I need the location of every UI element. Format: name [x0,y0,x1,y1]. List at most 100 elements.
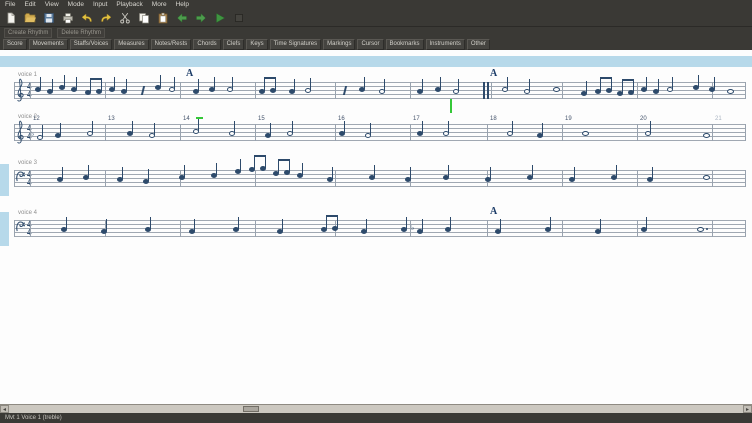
barline [14,82,15,99]
barline [30,220,31,237]
menu-edit[interactable]: Edit [24,0,35,10]
new-score-button[interactable] [3,11,19,25]
play-icon [214,12,226,24]
barline [745,124,746,141]
action-other[interactable]: Other [467,39,490,50]
note-stem [76,77,77,89]
barline [105,124,106,141]
menu-view[interactable]: View [45,0,59,10]
measure-number: 15 [258,116,265,122]
note-stem [600,219,601,231]
note-beam [278,159,290,161]
menu-input[interactable]: Input [93,0,107,10]
note[interactable] [703,175,710,180]
action-cursor[interactable]: Cursor [357,39,383,50]
barline [180,82,181,99]
menu-playback[interactable]: Playback [116,0,142,10]
note-stem [450,217,451,229]
note-stem [62,167,63,179]
staff-system-3[interactable]: voice 344 [0,170,752,187]
note-stem [448,121,449,133]
action-instruments[interactable]: Instruments [426,39,465,50]
note-stem [160,75,161,87]
jump-forward-button[interactable] [193,11,209,25]
cut-button[interactable] [117,11,133,25]
menu-file[interactable]: File [5,0,15,10]
note-stem [101,79,102,91]
note-stem [650,121,651,133]
staff-system-2[interactable]: voice 24412131415161718192021♭ [0,124,752,141]
barline [637,170,638,187]
note[interactable] [703,133,710,138]
note-stem [270,123,271,135]
note[interactable] [553,87,560,92]
note-stem [126,79,127,91]
create-rhythm-button[interactable]: Create Rhythm [4,28,52,38]
note-stem [448,165,449,177]
undo-button[interactable] [79,11,95,25]
scroll-left-icon[interactable]: ◂ [0,405,9,413]
note-stem [714,77,715,89]
copy-button[interactable] [136,11,152,25]
barline [712,170,713,187]
action-bookmarks[interactable]: Bookmarks [386,39,424,50]
paste-button[interactable] [155,11,171,25]
menu-more[interactable]: More [152,0,167,10]
scroll-right-icon[interactable]: ▸ [743,405,752,413]
delete-rhythm-button[interactable]: Delete Rhythm [57,28,105,38]
staff-system-4[interactable]: voice 444A♭ [0,220,752,237]
save-button[interactable] [41,11,57,25]
note-stem [550,217,551,229]
horizontal-scrollbar[interactable]: ◂ ▸ [0,404,752,413]
note-stem [265,156,266,168]
action-measures[interactable]: Measures [114,39,148,50]
note-stem [586,81,587,93]
note-stem [622,81,623,93]
flat-accidental: ♭ [411,225,414,232]
staff-label: voice 4 [18,210,37,216]
note-stem [92,121,93,133]
note-stem [238,217,239,229]
score-canvas[interactable]: voice 144AA voice 24412131415161718192021… [0,50,752,404]
barline [255,82,256,99]
action-time-signatures[interactable]: Time Signatures [270,39,321,50]
menu-mode[interactable]: Mode [68,0,84,10]
action-score[interactable]: Score [3,39,27,50]
note-stem [254,157,255,169]
note-beam [264,77,276,79]
redo-icon [100,12,112,24]
scrollbar-thumb[interactable] [243,406,259,412]
denemo-window: File Edit View Mode Input Playback More Help Cr… [0,0,752,423]
redo-button[interactable] [98,11,114,25]
note-stem [698,75,699,87]
toolbar [0,10,752,27]
action-clefs[interactable]: Clefs [223,39,245,50]
note[interactable] [697,227,704,232]
jump-back-button[interactable] [174,11,190,25]
note-stem [512,121,513,133]
score-cursor-mark [196,117,203,119]
jump-forward-icon [195,12,207,24]
action-markings[interactable]: Markings [323,39,355,50]
jump-back-icon [176,12,188,24]
note-stem [458,79,459,91]
stop-button[interactable] [231,11,247,25]
barline [14,220,15,237]
action-staffs-voices[interactable]: Staffs/Voices [70,39,113,50]
staff-system-1[interactable]: voice 144AA [0,82,752,99]
action-chords[interactable]: Chords [193,39,220,50]
action-keys[interactable]: Keys [246,39,267,50]
action-notes-rests[interactable]: Notes/Rests [151,39,192,50]
treble-clef-icon [15,77,25,109]
note-stem [374,165,375,177]
note-stem [264,79,265,91]
open-button[interactable] [22,11,38,25]
barline [180,124,181,141]
print-button[interactable] [60,11,76,25]
action-movements[interactable]: Movements [29,39,68,50]
note-stem [616,165,617,177]
play-button[interactable] [212,11,228,25]
menu-help[interactable]: Help [176,0,189,10]
note[interactable] [582,131,589,136]
note[interactable] [727,89,734,94]
